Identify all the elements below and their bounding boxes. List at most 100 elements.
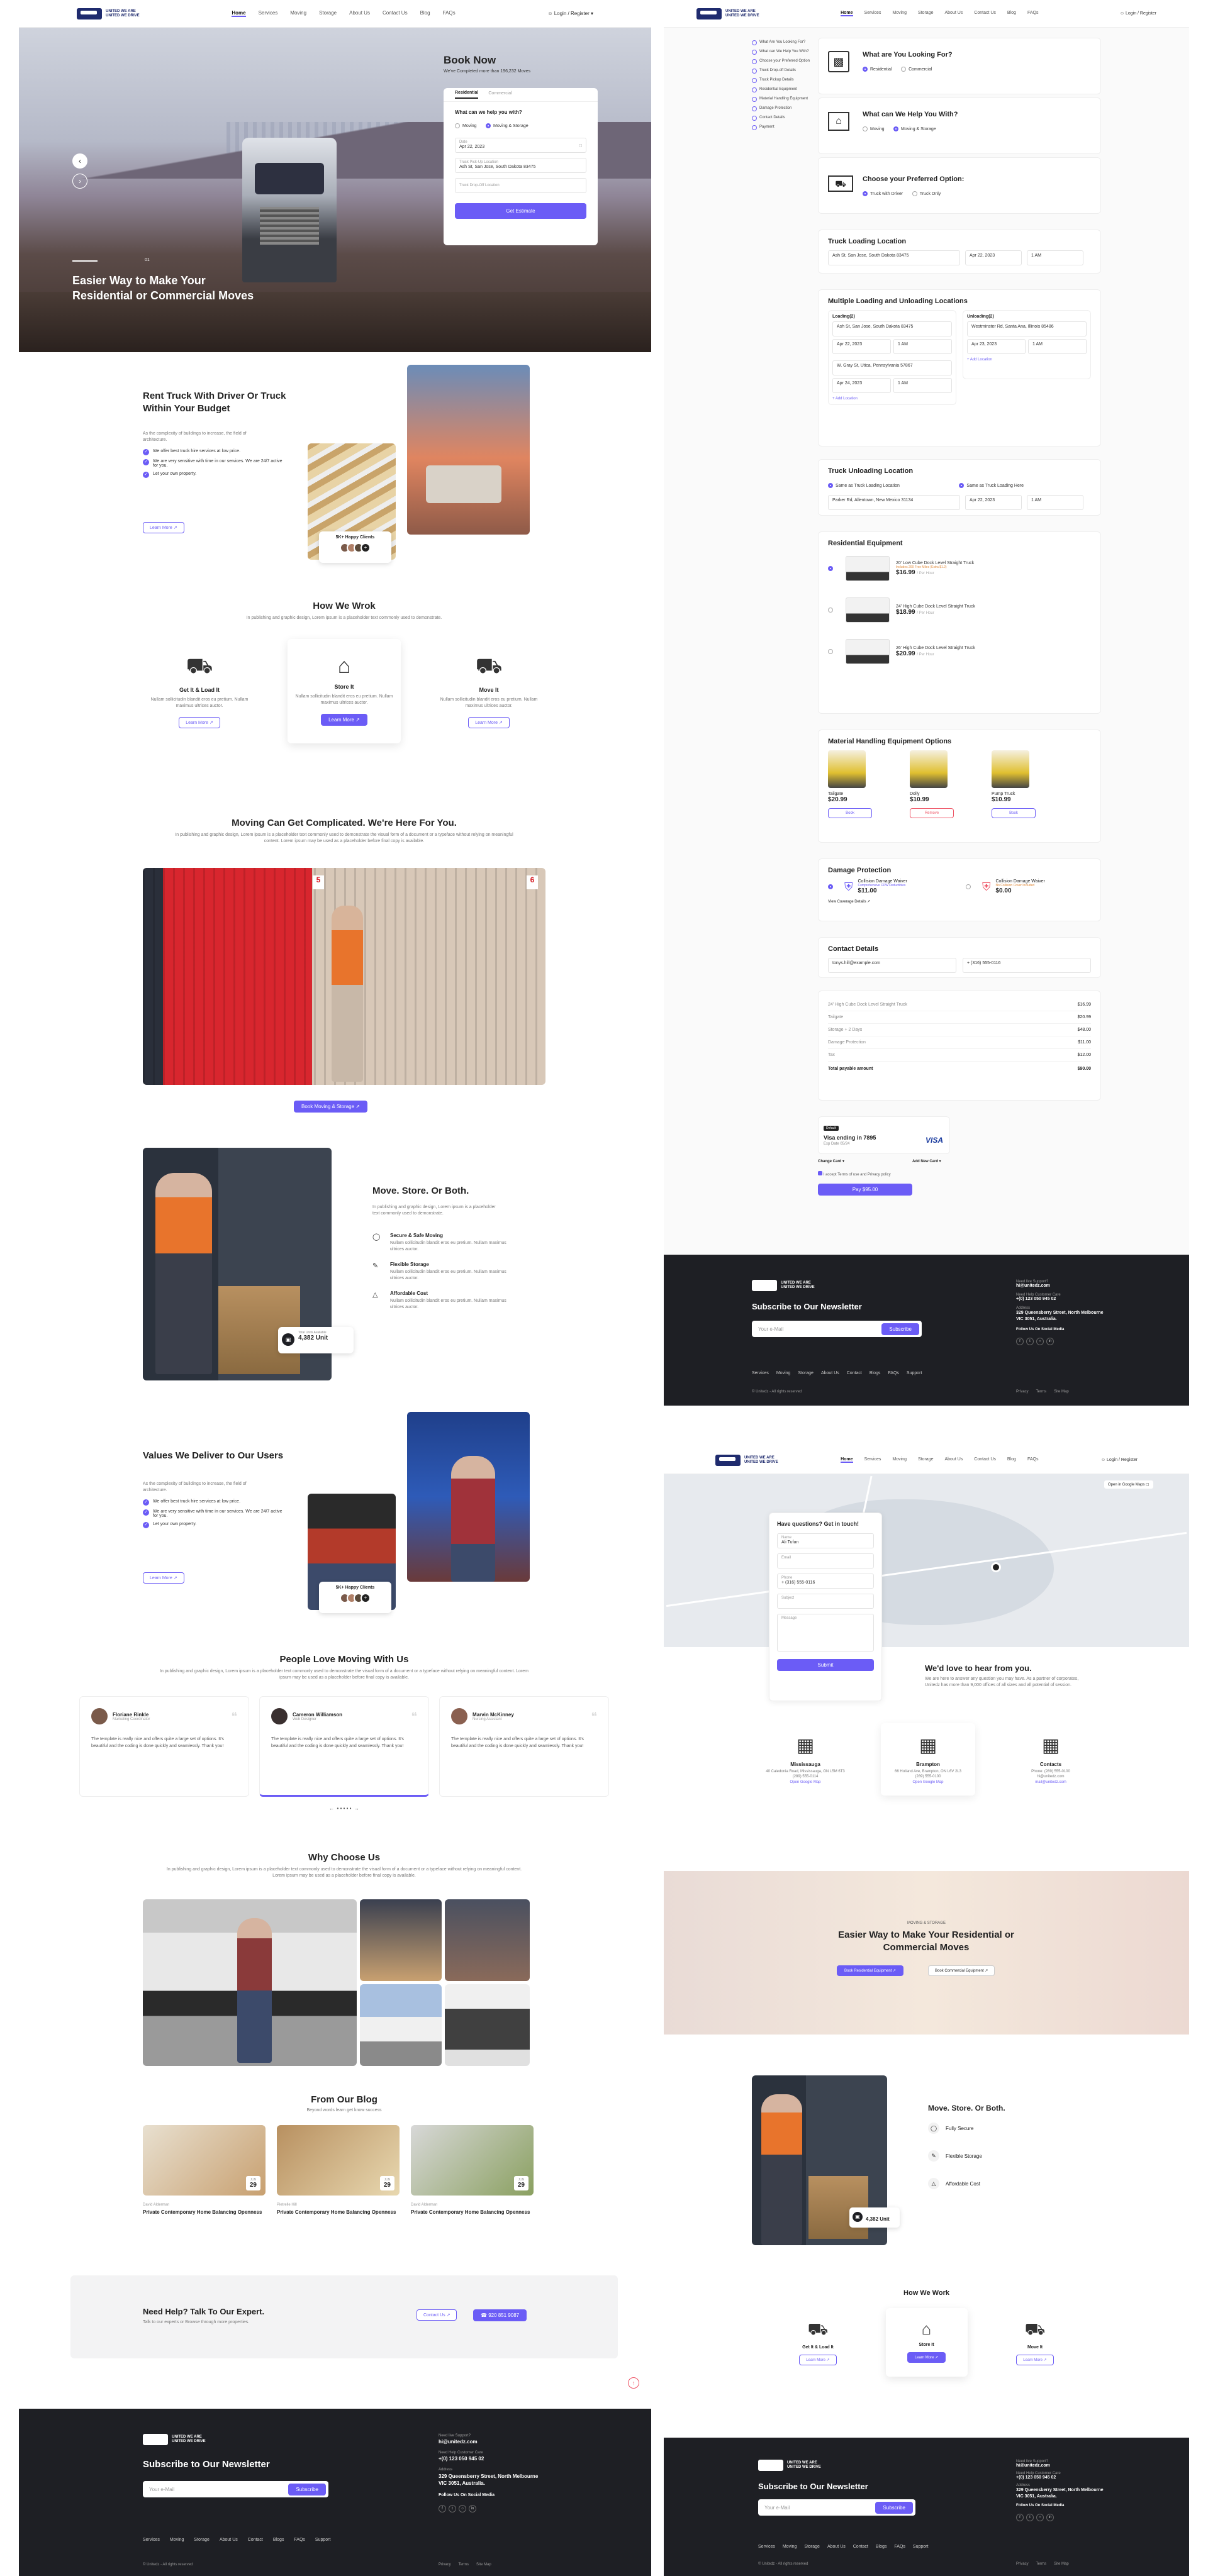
nav-link-2[interactable]: Moving <box>892 11 907 16</box>
contact-footer-subscribe[interactable]: Subscribe <box>875 2501 913 2514</box>
truck-option-1[interactable]: 24' High Cube Dock Level Straight Truck $… <box>828 597 1091 623</box>
footer-legal-1[interactable]: Terms <box>1036 1390 1046 1394</box>
contact-submit-button[interactable]: Submit <box>777 1659 874 1671</box>
testimonial-pager[interactable]: ← • • • • • → <box>70 1806 618 1811</box>
footer-link-4[interactable]: Contact <box>853 2545 868 2549</box>
booking-logo[interactable]: UNITED WE ARE UNITED WE DRIVE <box>696 8 759 19</box>
blog-card-0[interactable]: JUN 29 David Alderman Private Contemporary … <box>143 2125 266 2216</box>
booking-step-9[interactable]: Payment <box>752 123 812 132</box>
add-loading-location[interactable]: + Add Location <box>832 397 952 401</box>
unload-time-field[interactable]: 1 AM <box>1027 495 1083 510</box>
contact-logo[interactable]: UNITED WE ARE UNITED WE DRIVE <box>715 1454 778 1466</box>
how-step-button[interactable]: Learn More ↗ <box>179 717 220 728</box>
nav-link-1[interactable]: Services <box>864 1457 881 1463</box>
multi-address-2[interactable]: Westminster Rd, Santa Ana, Illinois 8548… <box>967 321 1087 336</box>
nav-link-6[interactable]: Blog <box>420 10 430 17</box>
nav-link-0[interactable]: Home <box>841 11 853 16</box>
nav-link-0[interactable]: Home <box>232 10 246 17</box>
footer-email-input[interactable]: Your e-Mail Subscribe <box>143 2481 328 2497</box>
add-card-link[interactable]: Add New Card ▾ <box>912 1159 941 1163</box>
nav-link-0[interactable]: Home <box>841 1457 853 1463</box>
contact-email-input[interactable]: Email <box>777 1553 874 1568</box>
footer-link-0[interactable]: Services <box>143 2538 160 2542</box>
booking-step-4[interactable]: Truck Pickup Details <box>752 75 812 85</box>
nav-link-2[interactable]: Moving <box>892 1457 907 1463</box>
scroll-top-button[interactable]: ↑ <box>628 2377 639 2389</box>
dropoff-field[interactable]: Truck Drop-Off Location <box>455 178 586 193</box>
radio-truck-driver[interactable]: Truck with Driver <box>863 191 903 196</box>
booking-footer-subscribe[interactable]: Subscribe <box>881 1323 919 1335</box>
footer-link-3[interactable]: About Us <box>220 2538 238 2542</box>
twitter-icon[interactable]: t <box>1026 2514 1034 2521</box>
twitter-icon[interactable]: t <box>1026 1338 1034 1345</box>
nav-link-7[interactable]: FAQs <box>1027 11 1039 16</box>
logo[interactable]: UNITED WE ARE UNITED WE DRIVE <box>77 8 140 19</box>
multi-time-3[interactable]: 1 AM <box>893 378 952 393</box>
nav-link-5[interactable]: Contact Us <box>974 1457 996 1463</box>
multi-date-3[interactable]: Apr 24, 2023 <box>832 378 891 393</box>
footer-link-0[interactable]: Services <box>752 1371 769 1375</box>
truck-option-2[interactable]: 26' High Cube Dock Level Straight Truck $… <box>828 639 1091 664</box>
hero-prev-button[interactable]: ‹ <box>72 153 87 169</box>
footer-link-6[interactable]: FAQs <box>894 2545 905 2549</box>
multi-date-1[interactable]: Apr 22, 2023 <box>832 339 891 354</box>
radio-truck-only[interactable]: Truck Only <box>912 191 941 196</box>
radio-same-loading[interactable]: Same as Truck Loading Location <box>828 483 900 488</box>
option-moving-storage[interactable]: Moving & Storage <box>486 123 528 128</box>
values-learn-more-button[interactable]: Learn More ↗ <box>143 1572 184 1584</box>
footer-link-1[interactable]: Moving <box>776 1371 791 1375</box>
booking-step-2[interactable]: Choose your Preferred Option <box>752 57 812 66</box>
pay-button[interactable]: Pay $95.00 <box>818 1184 912 1196</box>
blog-card-1[interactable]: JUN 29 Pietrelle Hill Private Contemporary … <box>277 2125 400 2216</box>
contact-map[interactable]: Open in Google Maps ▢ <box>664 1474 1189 1647</box>
option-moving[interactable]: Moving <box>455 123 477 128</box>
footer-link-7[interactable]: Support <box>907 1371 922 1375</box>
loading-address-field[interactable]: Ash St, San Jose, South Dakota 83475 <box>828 250 960 265</box>
open-google-maps-button[interactable]: Open in Google Maps ▢ <box>1104 1480 1153 1489</box>
nav-link-7[interactable]: FAQs <box>1027 1457 1039 1463</box>
footer-legal-0[interactable]: Privacy <box>1016 2562 1029 2566</box>
map-pin-icon[interactable] <box>991 1562 1001 1572</box>
facebook-icon[interactable]: f <box>1016 2514 1024 2521</box>
contact-how-button[interactable]: Learn More ↗ <box>799 2355 837 2365</box>
footer-link-2[interactable]: Storage <box>804 2545 820 2549</box>
contact-login-link[interactable]: ☺ Login / Register <box>1101 1458 1138 1462</box>
blog-card-2[interactable]: JUN 29 David Alderman Private Contemporary … <box>411 2125 534 2216</box>
nav-link-1[interactable]: Services <box>259 10 278 17</box>
help-phone-button[interactable]: ☎ 920 851 9087 <box>473 2309 527 2321</box>
contact-message-input[interactable]: Message <box>777 1614 874 1652</box>
instagram-icon[interactable]: ○ <box>459 2505 466 2512</box>
office-link[interactable]: mail@unitedz.com <box>1009 1780 1093 1784</box>
material-button[interactable]: Book <box>828 808 872 818</box>
linkedin-icon[interactable]: in <box>1046 1338 1054 1345</box>
rent-learn-more-button[interactable]: Learn More ↗ <box>143 522 184 533</box>
footer-link-7[interactable]: Support <box>913 2545 929 2549</box>
damage-radio[interactable] <box>966 884 971 889</box>
contact-footer-logo[interactable]: UNITED WE ARE UNITED WE DRIVE <box>758 2460 821 2471</box>
booking-step-8[interactable]: Contact Details <box>752 113 812 123</box>
booking-step-1[interactable]: What can We Help You With? <box>752 47 812 57</box>
multi-time-2[interactable]: 1 AM <box>1028 339 1087 354</box>
contact-how-button[interactable]: Learn More ↗ <box>907 2352 946 2363</box>
footer-email[interactable]: hi@unitedz.com <box>439 2439 545 2445</box>
instagram-icon[interactable]: ○ <box>1036 2514 1044 2521</box>
contact-name-field[interactable]: Name Ali Tufan <box>777 1533 874 1548</box>
footer-legal-1[interactable]: Terms <box>1036 2562 1046 2566</box>
coverage-link[interactable]: View Coverage Details ↗ <box>828 899 1091 904</box>
nav-link-3[interactable]: Storage <box>319 10 337 17</box>
multi-address-1[interactable]: Ash St, San Jose, South Dakota 83475 <box>832 321 952 336</box>
nav-link-3[interactable]: Storage <box>918 11 934 16</box>
footer-link-6[interactable]: FAQs <box>888 1371 899 1375</box>
radio-residential[interactable]: Residential <box>863 67 892 72</box>
office-link[interactable]: Open Google Map <box>763 1780 847 1784</box>
footer-link-5[interactable]: Blogs <box>273 2538 284 2542</box>
banner-residential-button[interactable]: Book Residential Equipment ↗ <box>837 1965 904 1976</box>
truck-option-0[interactable]: 20' Low Cube Dock Level Straight Truck In… <box>828 556 1091 581</box>
how-step-button[interactable]: Learn More ↗ <box>468 717 510 728</box>
unload-date-field[interactable]: Apr 22, 2023 <box>965 495 1022 510</box>
footer-link-1[interactable]: Moving <box>170 2538 184 2542</box>
multi-time-1[interactable]: 1 AM <box>893 339 952 354</box>
tab-residential[interactable]: Residential <box>455 91 479 99</box>
nav-link-1[interactable]: Services <box>864 11 881 16</box>
footer-legal-1[interactable]: Terms <box>459 2563 469 2567</box>
